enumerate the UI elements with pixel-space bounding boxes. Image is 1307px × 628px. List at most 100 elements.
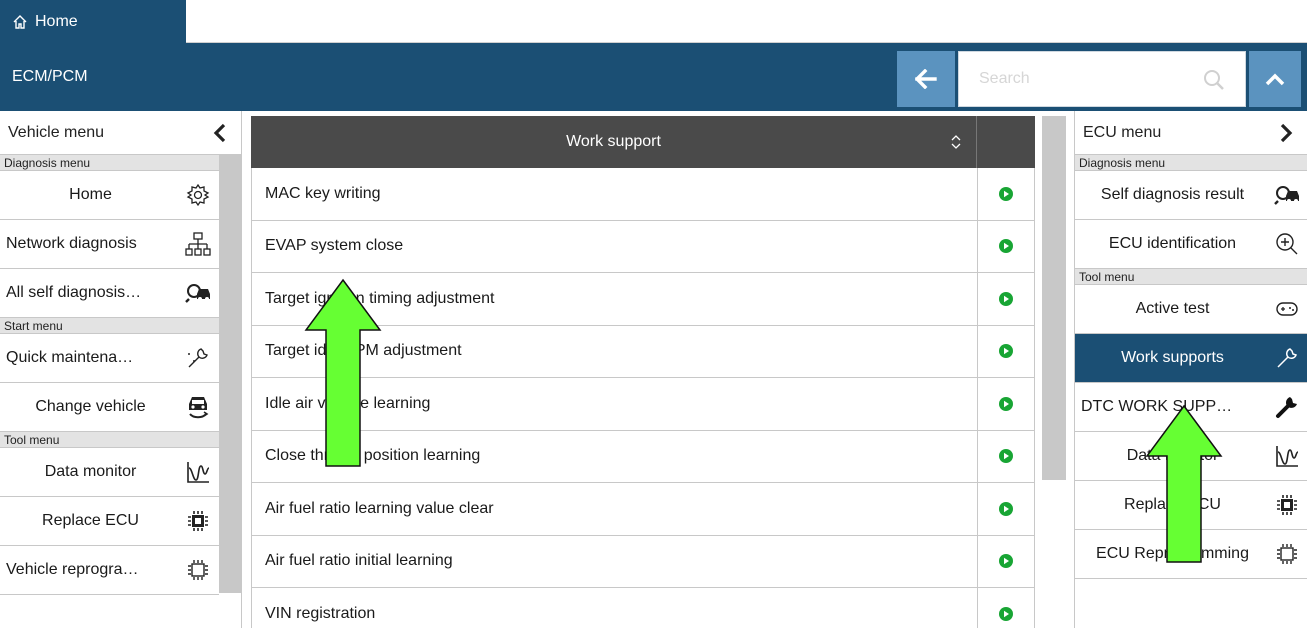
chip-icon	[1274, 492, 1300, 518]
header-bar: ECM/PCM	[0, 43, 1307, 111]
play-icon	[999, 449, 1013, 464]
menu-item-label: Home	[69, 186, 112, 203]
arrow-up-annotation	[1145, 404, 1223, 563]
back-button[interactable]	[897, 51, 955, 107]
menu-item-home[interactable]: Home	[0, 171, 219, 220]
menu-item-change-vehicle[interactable]: Change vehicle	[0, 383, 219, 432]
menu-item-label: Quick maintena…	[6, 349, 134, 366]
main-scrollbar[interactable]	[1042, 116, 1066, 628]
menu-item-replace-ecu[interactable]: Replace ECU	[0, 497, 219, 546]
car-search-icon	[1274, 182, 1300, 208]
play-icon	[999, 186, 1013, 201]
chevron-left-icon[interactable]	[213, 123, 227, 143]
sort-icon[interactable]	[950, 134, 962, 150]
table-row[interactable]: VIN registration	[251, 588, 1035, 628]
chip-outline-icon	[185, 557, 211, 583]
left-scrollbar-thumb[interactable]	[219, 155, 241, 593]
work-support-item-label: Air fuel ratio initial learning	[252, 535, 978, 587]
vehicle-menu-title: Vehicle menu	[8, 123, 105, 141]
column-work-support[interactable]: Work support	[251, 116, 977, 168]
main-scrollbar-thumb[interactable]	[1042, 116, 1066, 480]
collapse-button[interactable]	[1249, 51, 1301, 107]
vehicle-menu-header[interactable]: Vehicle menu	[0, 111, 241, 155]
run-button[interactable]	[978, 588, 1034, 628]
chevron-right-icon[interactable]	[1279, 123, 1293, 143]
home-icon	[13, 14, 27, 29]
wrench-solid-icon	[1274, 394, 1300, 420]
waveform-icon	[185, 459, 211, 485]
search-input[interactable]	[959, 52, 1199, 106]
menu-item-data-monitor[interactable]: Data monitor	[0, 448, 219, 497]
section-diagnosis-menu: Diagnosis menu	[1075, 155, 1307, 171]
page-title: ECM/PCM	[12, 68, 88, 85]
menu-item-label: Work supports	[1121, 349, 1224, 366]
work-support-item-label: Air fuel ratio learning value clear	[252, 483, 978, 535]
run-button[interactable]	[978, 483, 1034, 535]
column-header-label: Work support	[566, 133, 661, 150]
arrow-left-icon	[915, 69, 937, 89]
top-tab-strip: Home	[0, 0, 1307, 43]
play-icon	[999, 239, 1013, 254]
ecu-menu-title: ECU menu	[1083, 123, 1162, 141]
play-icon	[999, 501, 1013, 516]
menu-item-label: Vehicle reprogra…	[6, 561, 139, 578]
play-icon	[999, 291, 1013, 306]
wrench-icon	[1274, 345, 1300, 371]
play-icon	[999, 554, 1013, 569]
run-button[interactable]	[978, 431, 1034, 483]
search-icon[interactable]	[1203, 69, 1225, 91]
network-icon	[185, 231, 211, 257]
menu-item-label: Change vehicle	[35, 398, 146, 415]
work-support-item-label: MAC key writing	[252, 168, 978, 220]
section-tool-menu: Tool menu	[0, 432, 219, 448]
car-refresh-icon	[185, 394, 211, 420]
section-diagnosis-menu: Diagnosis menu	[0, 155, 219, 171]
menu-item-all-self-diagnosis[interactable]: All self diagnosis…	[0, 269, 219, 318]
tab-home[interactable]: Home	[0, 0, 186, 43]
tab-home-label: Home	[35, 12, 78, 30]
table-header: Work support	[251, 116, 1035, 168]
menu-item-label: All self diagnosis…	[6, 284, 142, 301]
play-icon	[999, 396, 1013, 411]
waveform-icon	[1274, 443, 1300, 469]
table-row[interactable]: Air fuel ratio learning value clear	[251, 483, 1035, 536]
run-button[interactable]	[978, 273, 1034, 325]
section-start-menu: Start menu	[0, 318, 219, 334]
search-box	[958, 51, 1246, 107]
gamepad-icon	[1274, 296, 1300, 322]
chip-icon	[185, 508, 211, 534]
wrench-sparkle-icon	[185, 345, 211, 371]
gear-icon	[185, 182, 211, 208]
run-button[interactable]	[978, 326, 1034, 378]
table-row[interactable]: MAC key writing	[251, 168, 1035, 221]
menu-item-label: Data monitor	[44, 463, 137, 480]
table-row[interactable]: Air fuel ratio initial learning	[251, 535, 1035, 588]
play-icon	[999, 606, 1013, 621]
ecu-menu-header[interactable]: ECU menu	[1075, 111, 1307, 155]
column-action	[977, 116, 1035, 168]
chip-outline-icon	[1274, 541, 1300, 567]
menu-item-self-diagnosis-result[interactable]: Self diagnosis result	[1075, 171, 1307, 220]
table-row[interactable]: EVAP system close	[251, 220, 1035, 273]
vehicle-menu-panel: Vehicle menu Diagnosis menu Home Network…	[0, 111, 242, 628]
menu-item-label: Replace ECU	[42, 512, 139, 529]
menu-item-network-diagnosis[interactable]: Network diagnosis	[0, 220, 219, 269]
run-button[interactable]	[978, 378, 1034, 430]
play-icon	[999, 344, 1013, 359]
menu-item-ecu-identification[interactable]: ECU identification	[1075, 220, 1307, 269]
run-button[interactable]	[978, 221, 1034, 273]
menu-item-vehicle-reprogramming[interactable]: Vehicle reprogra…	[0, 546, 219, 595]
menu-item-label: ECU identification	[1108, 235, 1237, 252]
work-support-item-label: EVAP system close	[252, 220, 978, 272]
chevron-up-icon	[1265, 73, 1285, 86]
menu-item-work-supports[interactable]: Work supports	[1075, 334, 1307, 383]
vehicle-menu-list: Diagnosis menu Home Network diagnosis Al…	[0, 155, 219, 595]
section-tool-menu: Tool menu	[1075, 269, 1307, 285]
menu-item-active-test[interactable]: Active test	[1075, 285, 1307, 334]
menu-item-label: Self diagnosis result	[1100, 186, 1245, 203]
run-button[interactable]	[978, 536, 1034, 588]
left-scrollbar[interactable]	[219, 155, 241, 628]
run-button[interactable]	[978, 168, 1034, 220]
menu-item-label: Active test	[1135, 300, 1210, 317]
menu-item-quick-maintenance[interactable]: Quick maintena…	[0, 334, 219, 383]
